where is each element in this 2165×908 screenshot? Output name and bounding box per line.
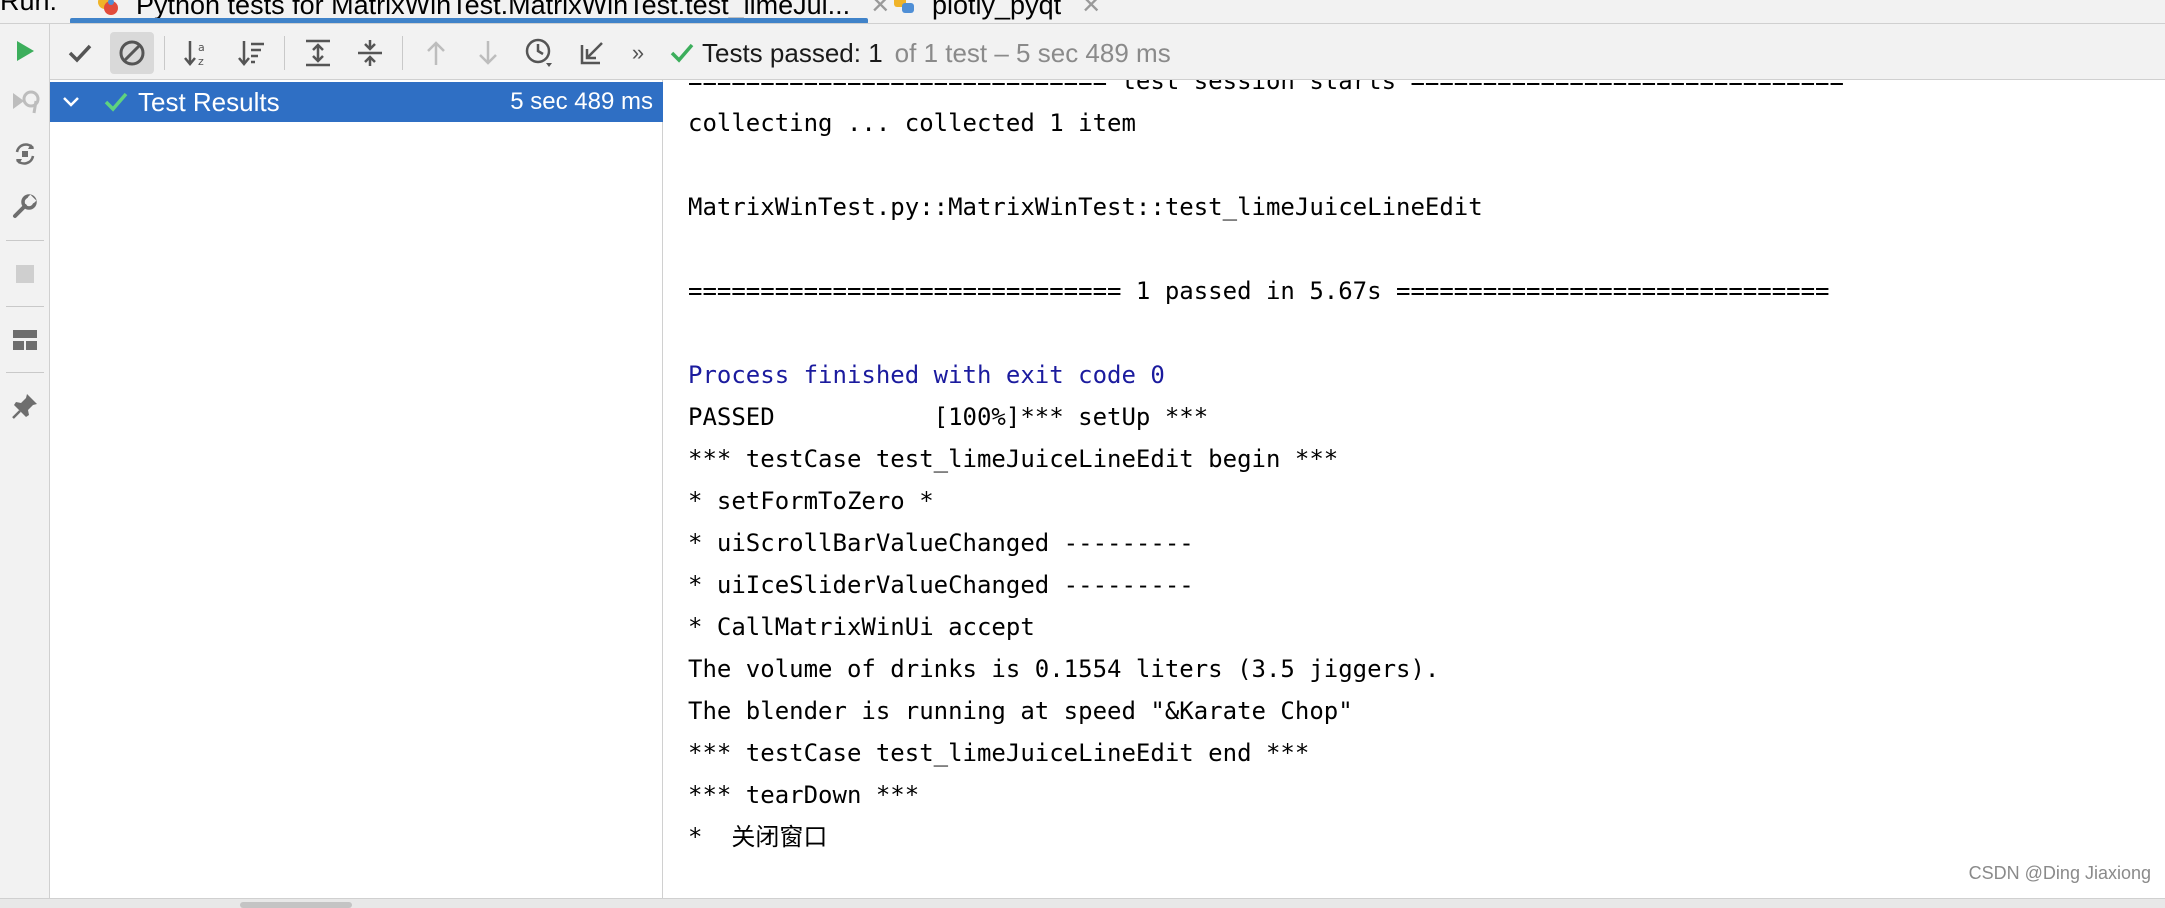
toolbar-separator [164,36,165,70]
sort-alphabetically-icon: az [184,41,205,68]
run-label: Run: [0,0,58,16]
previous-test-icon [427,41,445,65]
status-summary-text: of 1 test – 5 sec 489 ms [894,37,1171,68]
show-ignored-icon [119,40,145,66]
console-output[interactable]: ============================= test sessi… [664,80,2165,898]
pin-button[interactable] [5,386,45,426]
test-runner-toolbar: az » Tests passed: 1 of 1 test – 5 sec 4… [50,24,2165,80]
run-icon [17,41,34,61]
toggle-auto-test-icon [15,143,35,165]
python-test-icon [98,0,118,15]
import-tests-icon [580,42,603,65]
toolbar-separator [284,36,285,70]
console-line: *** tearDown *** [688,781,920,809]
console-line: PASSED [100%]*** setUp *** [688,403,1209,431]
close-icon[interactable]: ✕ [870,0,890,20]
console-line: * CallMatrixWinUi accept [688,613,1035,641]
rerun-failed-icon [13,90,40,114]
import-tests-button[interactable] [570,32,614,74]
toggle-auto-test-button[interactable] [5,134,45,174]
python-file-icon [894,0,914,13]
rerun-failed-button[interactable] [5,82,45,122]
more-actions-button[interactable]: » [622,32,654,74]
sort-alphabetically-button[interactable]: az [176,32,220,74]
expand-all-icon [306,39,330,67]
collapse-all-button[interactable] [348,32,392,74]
test-history-button[interactable] [518,32,562,74]
console-line: The blender is running at speed "&Karate… [688,697,1353,725]
console-line: * 关闭窗口 [688,823,828,851]
run-button[interactable] [5,31,45,71]
show-passed-button[interactable] [58,32,102,74]
toolbar-separator [6,372,44,373]
passed-check-icon [104,91,128,113]
console-line: * uiScrollBarValueChanged --------- [688,529,1194,557]
console-line-exit-code: Process finished with exit code 0 [688,361,1165,389]
close-icon[interactable]: ✕ [1081,0,1101,20]
test-history-icon [525,38,552,67]
next-test-button[interactable] [466,32,510,74]
console-line: * uiIceSliderValueChanged --------- [688,571,1194,599]
settings-button[interactable] [5,186,45,226]
left-toolbar [0,24,50,908]
stop-icon [16,265,34,283]
console-line: collecting ... collected 1 item [688,109,1136,137]
previous-test-button[interactable] [414,32,458,74]
tree-root-duration: 5 sec 489 ms [510,88,653,115]
svg-text:z: z [198,55,204,68]
console-line: ============================== 1 passed … [688,277,1830,305]
tree-root-label: Test Results [138,86,280,117]
settings-wrench-icon [13,194,37,218]
scrollbar-thumb[interactable] [240,902,352,908]
status-passed-text: Tests passed: 1 [702,37,883,68]
horizontal-scrollbar[interactable] [0,898,2165,908]
test-results-tree: Test Results 5 sec 489 ms [50,80,663,908]
toolbar-separator [402,36,403,70]
run-tab-strip: Run: Python tests for MatrixWinTest.Matr… [0,0,2165,24]
test-status: Tests passed: 1 of 1 test – 5 sec 489 ms [670,36,1171,70]
expand-all-button[interactable] [296,32,340,74]
sort-by-duration-button[interactable] [230,32,274,74]
show-passed-icon [68,44,92,63]
svg-text:a: a [198,41,205,54]
console-line: ============================= test sessi… [688,80,1844,95]
tab-label: plotly_pyqt [932,0,1062,20]
layout-icon [13,330,37,350]
chevron-down-icon[interactable] [62,96,84,108]
toolbar-separator [6,306,44,307]
more-chevron-icon: » [631,40,645,65]
console-line: *** testCase test_limeJuiceLineEdit begi… [688,445,1339,473]
tree-root-test-results[interactable]: Test Results 5 sec 489 ms [50,82,663,122]
sort-by-duration-icon [238,41,264,66]
layout-button[interactable] [5,320,45,360]
collapse-all-icon [358,40,382,66]
console-line: * setFormToZero * [688,487,934,515]
next-test-icon [479,41,497,65]
console-line: MatrixWinTest.py::MatrixWinTest::test_li… [688,193,1483,221]
tab-plotly-pyqt[interactable]: plotly_pyqt ✕ [892,0,1101,23]
pin-icon [12,394,37,419]
console-line: *** testCase test_limeJuiceLineEdit end … [688,739,1310,767]
watermark: CSDN @Ding Jiaxiong [1968,863,2151,883]
show-ignored-button[interactable] [110,32,154,74]
passed-check-icon [670,43,694,63]
console-line: The volume of drinks is 0.1554 liters (3… [688,655,1440,683]
stop-button[interactable] [5,254,45,294]
toolbar-separator [6,240,44,241]
